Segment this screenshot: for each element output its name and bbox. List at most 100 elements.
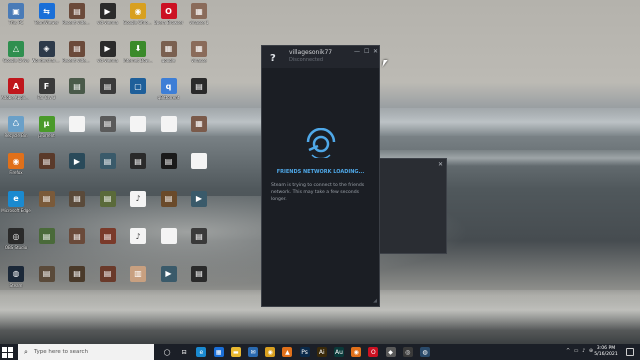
desktop-icon[interactable]: O Opera Browser bbox=[154, 3, 184, 33]
tabs-icon[interactable]: ⊟ bbox=[179, 347, 189, 357]
desktop-icon[interactable]: ▥ bbox=[123, 265, 153, 296]
file-explorer-icon[interactable]: ▬ bbox=[230, 347, 241, 357]
desktop-icon[interactable]: ▤ bbox=[154, 153, 184, 183]
desktop-icon[interactable]: ▢ bbox=[123, 78, 153, 108]
desktop-icon[interactable]: ▤ bbox=[123, 153, 153, 183]
desktop-icon[interactable]: ▶ bbox=[154, 265, 184, 296]
app-icon: ▤ bbox=[38, 153, 55, 169]
desktop-icon[interactable] bbox=[154, 115, 184, 146]
obs-icon[interactable]: ◎ bbox=[402, 347, 413, 357]
desktop-icon[interactable]: µ µTorrent bbox=[32, 115, 62, 146]
opera-icon[interactable]: O bbox=[368, 347, 379, 357]
desktop-icon-label: Recycle Bin bbox=[4, 132, 28, 138]
desktop-icon-label: Recent videos 2019 08 bbox=[62, 20, 92, 25]
desktop-icon[interactable]: ▦ vinasce bbox=[184, 40, 214, 71]
steam-username[interactable]: villagesonik77 bbox=[289, 49, 332, 56]
task-view-icon[interactable]: ◯ bbox=[162, 347, 172, 357]
app-icon: ▤ bbox=[69, 78, 85, 94]
steam-icon[interactable]: ◍ bbox=[420, 347, 430, 357]
steam-friends-window[interactable]: ? villagesonik77 Disconnected — ☐ ✕ FRIE… bbox=[261, 45, 380, 307]
desktop-icon[interactable]: AAdobe Applicati... bbox=[1, 78, 31, 108]
desktop-icon[interactable]: ▶ bbox=[184, 190, 214, 221]
desktop-icon[interactable]: ▤ bbox=[62, 265, 92, 296]
desktop-icon[interactable]: ▤Recent videos 2019 09 bbox=[62, 40, 92, 71]
media-icon[interactable]: ◆ bbox=[385, 347, 396, 357]
desktop-icon[interactable]: ▶ vid-vienna bbox=[93, 40, 123, 71]
desktop-icon-label: qBittorrent bbox=[157, 95, 180, 100]
desktop-icon[interactable]: ▤ bbox=[93, 190, 123, 221]
close-icon[interactable]: ✕ bbox=[438, 161, 443, 168]
desktop-icon[interactable]: ▤ bbox=[154, 190, 184, 221]
illustrator-icon[interactable]: Ai bbox=[316, 347, 327, 357]
desktop-icon[interactable] bbox=[154, 228, 184, 258]
desktop-icon[interactable]: ▶ bbox=[62, 153, 92, 183]
desktop-icon[interactable]: ▤ bbox=[93, 153, 123, 183]
mail-icon[interactable]: ✉ bbox=[248, 347, 258, 357]
desktop-icon[interactable]: ▤ bbox=[62, 190, 92, 221]
desktop-icon[interactable]: e Microsoft Edge bbox=[1, 190, 31, 221]
desktop-icon[interactable]: ◈Wondershare Filmora 9 bbox=[32, 40, 62, 71]
desktop-icon[interactable]: ▤ bbox=[32, 228, 62, 258]
app-icon: ▶ bbox=[99, 40, 116, 57]
app-icon: ▦ bbox=[191, 115, 207, 132]
audition-icon[interactable]: Au bbox=[334, 347, 344, 357]
desktop-icon[interactable]: ◉ Google Chrome bbox=[123, 3, 153, 33]
desktop-icon-label: Firefox bbox=[9, 170, 23, 175]
desktop-icon[interactable]: ▤ bbox=[32, 190, 62, 221]
desktop-icon[interactable]: ⬇Internet Downloa... bbox=[123, 40, 153, 71]
desktop-icon[interactable]: ▤ bbox=[93, 78, 123, 108]
desktop-icon[interactable]: ▤ bbox=[93, 115, 123, 146]
desktop-icon[interactable]: F Far Cry 3 bbox=[32, 78, 62, 108]
desktop-icon[interactable]: ▤ bbox=[93, 228, 123, 258]
desktop-icon[interactable]: ▤ bbox=[62, 228, 92, 258]
desktop-icon[interactable]: ▤ bbox=[32, 265, 62, 296]
desktop-icon-label: Google Drive bbox=[2, 57, 30, 63]
system-tray[interactable]: ^ ▭ ♪ ⊕ bbox=[566, 348, 594, 354]
desktop-icon[interactable]: ▦ google bbox=[154, 40, 184, 71]
app-icon: ▤ bbox=[69, 265, 85, 282]
desktop-icon[interactable]: ▤ bbox=[62, 78, 92, 108]
search-box[interactable]: ⌕ Type here to search bbox=[18, 344, 154, 360]
close-button[interactable]: ✕ bbox=[373, 48, 378, 55]
windows-start-icon[interactable] bbox=[2, 347, 13, 358]
vlc-icon[interactable]: ▲ bbox=[282, 347, 293, 357]
desktop-icon[interactable]: ▶ vid-vienna bbox=[93, 3, 123, 33]
steam-title-bar[interactable]: ? villagesonik77 Disconnected — ☐ ✕ bbox=[262, 46, 379, 68]
desktop-icon[interactable]: △ Google Drive bbox=[1, 40, 31, 71]
background-window[interactable]: ✕ bbox=[379, 158, 447, 254]
chrome-icon[interactable]: ◉ bbox=[265, 347, 276, 357]
desktop-icon[interactable]: ▤ bbox=[184, 78, 214, 108]
desktop-icon[interactable] bbox=[62, 115, 92, 146]
help-icon[interactable]: ? bbox=[270, 53, 276, 64]
edge-icon[interactable]: e bbox=[196, 347, 207, 357]
firefox-icon[interactable]: ◉ bbox=[351, 347, 362, 357]
desktop-icon[interactable]: ▤ bbox=[184, 228, 214, 258]
desktop-icon[interactable]: ▦ bbox=[184, 115, 214, 146]
desktop-icon[interactable]: ⇆ TeamViewer bbox=[32, 3, 62, 33]
desktop-icon[interactable] bbox=[184, 153, 214, 183]
desktop-icon[interactable]: ▤ bbox=[93, 265, 123, 296]
desktop-icon[interactable]: ◉ Firefox bbox=[1, 153, 31, 183]
store-icon[interactable]: ▦ bbox=[213, 347, 224, 357]
desktop-icon[interactable]: ♪ bbox=[123, 190, 153, 221]
desktop-icon[interactable]: q qBittorrent bbox=[154, 78, 184, 108]
resize-grip-icon[interactable]: ◢ bbox=[373, 298, 377, 304]
desktop-icon[interactable]: ▤ bbox=[184, 265, 214, 296]
desktop-icon[interactable]: ♺ Recycle Bin bbox=[1, 115, 31, 146]
taskbar: ⌕ Type here to search ◯ ⊟ e ▦ ▬ ✉ ◉ ▲ Ps Ai Au ◉ O ◆ ◎… bbox=[0, 344, 640, 360]
desktop-icon[interactable]: ◎ OBS Studio bbox=[1, 228, 31, 258]
notifications-icon[interactable] bbox=[626, 348, 634, 356]
app-icon: ▶ bbox=[99, 3, 116, 19]
desktop-icon[interactable]: ▦ vinasce 1 bbox=[184, 3, 214, 33]
desktop-icon[interactable]: ▤ bbox=[32, 153, 62, 183]
desktop-icon[interactable]: ♪ bbox=[123, 228, 153, 258]
desktop-icon[interactable]: ▤Recent videos 2019 08 bbox=[62, 3, 92, 33]
clock[interactable]: 3:06 PM 5/16/2021 bbox=[591, 346, 621, 358]
minimize-button[interactable]: — bbox=[354, 48, 360, 55]
desktop-icon[interactable]: ◍ Steam bbox=[1, 265, 31, 296]
photoshop-icon[interactable]: Ps bbox=[299, 347, 310, 357]
desktop-icon[interactable]: ▣ This PC bbox=[1, 3, 31, 33]
maximize-button[interactable]: ☐ bbox=[364, 48, 369, 55]
desktop-icon[interactable] bbox=[123, 115, 153, 146]
app-icon: △ bbox=[8, 40, 24, 57]
